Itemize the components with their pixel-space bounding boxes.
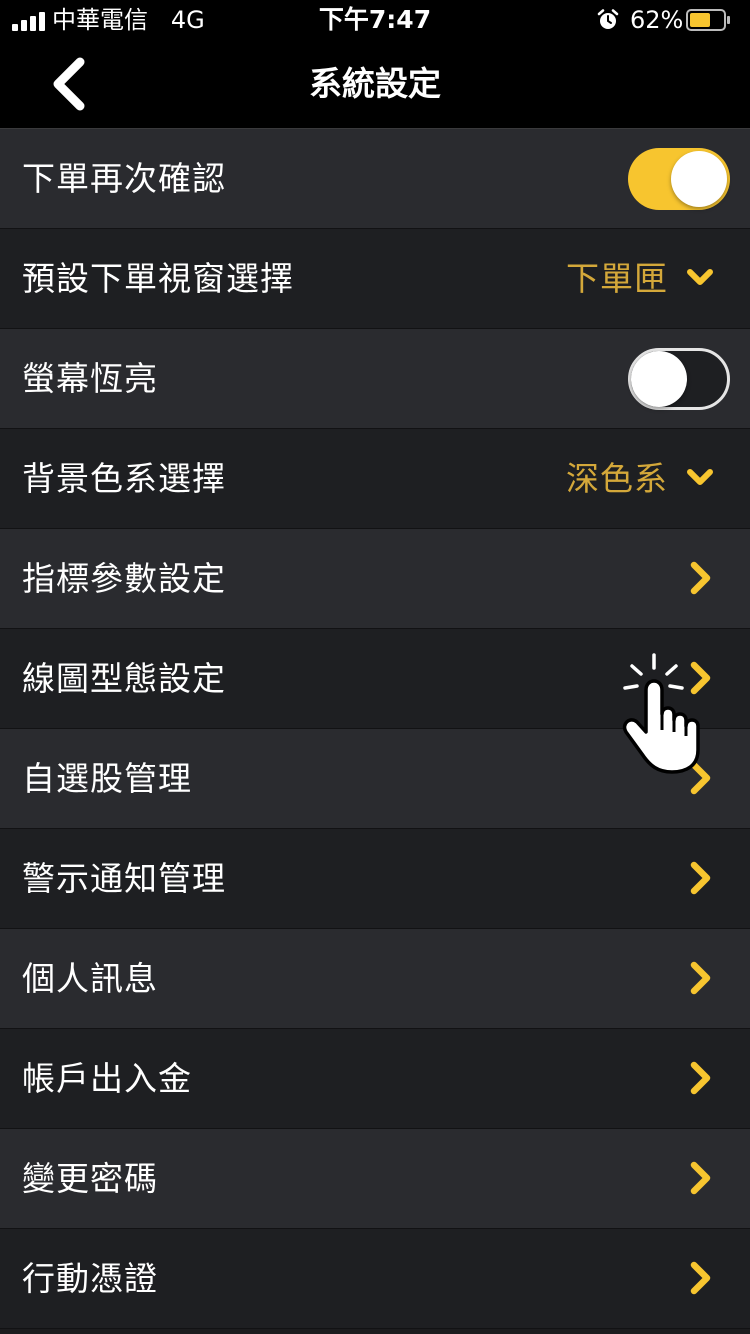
- toggle-knob: [671, 151, 727, 207]
- dropdown-selected-value[interactable]: 深色系: [566, 429, 668, 528]
- chevron-down-icon[interactable]: [686, 267, 714, 289]
- chevron-right-icon[interactable]: [688, 560, 714, 596]
- status-bar: 中華電信 4G 下午7:47 62%: [0, 0, 750, 40]
- chevron-right-icon[interactable]: [688, 1060, 714, 1096]
- alarm-clock-icon: [597, 9, 619, 29]
- settings-row-label: 下單再次確認: [22, 159, 226, 198]
- settings-row-label: 預設下單視窗選擇: [22, 259, 294, 298]
- chevron-down-icon[interactable]: [686, 467, 714, 489]
- settings-row-label: 螢幕恆亮: [22, 359, 158, 398]
- settings-row[interactable]: 背景色系選擇 深色系: [0, 429, 750, 529]
- chevron-right-icon[interactable]: [688, 1260, 714, 1296]
- settings-row-label: 變更密碼: [22, 1159, 158, 1198]
- settings-row[interactable]: 帳戶出入金: [0, 1029, 750, 1129]
- settings-row-label: 帳戶出入金: [22, 1059, 192, 1098]
- settings-list: 下單再次確認預設下單視窗選擇 下單匣螢幕恆亮背景色系選擇 深色系指標參數設定 線圖型態…: [0, 129, 750, 1329]
- settings-row-label: 線圖型態設定: [22, 659, 226, 698]
- navigation-bar: 系統設定: [0, 40, 750, 129]
- settings-row[interactable]: 行動憑證: [0, 1229, 750, 1329]
- settings-row[interactable]: 螢幕恆亮: [0, 329, 750, 429]
- settings-row[interactable]: 預設下單視窗選擇 下單匣: [0, 229, 750, 329]
- settings-screen: 中華電信 4G 下午7:47 62% 系統設定 下單再次確認 預設下單視窗選擇 下單…: [0, 0, 750, 1334]
- chevron-right-icon[interactable]: [688, 760, 714, 796]
- battery-icon: [686, 9, 730, 31]
- chevron-right-icon[interactable]: [688, 660, 714, 696]
- settings-row[interactable]: 變更密碼: [0, 1129, 750, 1229]
- settings-row-label: 行動憑證: [22, 1259, 158, 1298]
- settings-row[interactable]: 自選股管理: [0, 729, 750, 829]
- settings-row-label: 背景色系選擇: [22, 459, 226, 498]
- settings-row-label: 指標參數設定: [22, 559, 226, 598]
- chevron-right-icon[interactable]: [688, 860, 714, 896]
- settings-row[interactable]: 個人訊息: [0, 929, 750, 1029]
- chevron-right-icon[interactable]: [688, 960, 714, 996]
- settings-row[interactable]: 下單再次確認: [0, 129, 750, 229]
- dropdown-selected-value[interactable]: 下單匣: [566, 229, 668, 328]
- battery-percent: 62%: [630, 6, 684, 34]
- page-title: 系統設定: [309, 64, 441, 103]
- settings-row[interactable]: 指標參數設定: [0, 529, 750, 629]
- toggle-switch[interactable]: [628, 348, 730, 410]
- settings-row[interactable]: 線圖型態設定: [0, 629, 750, 729]
- toggle-knob: [631, 351, 687, 407]
- chevron-right-icon[interactable]: [688, 1160, 714, 1196]
- toggle-switch[interactable]: [628, 148, 730, 210]
- settings-row-label: 自選股管理: [22, 759, 192, 798]
- settings-row-label: 警示通知管理: [22, 859, 226, 898]
- settings-row-label: 個人訊息: [22, 959, 158, 998]
- settings-row[interactable]: 警示通知管理: [0, 829, 750, 929]
